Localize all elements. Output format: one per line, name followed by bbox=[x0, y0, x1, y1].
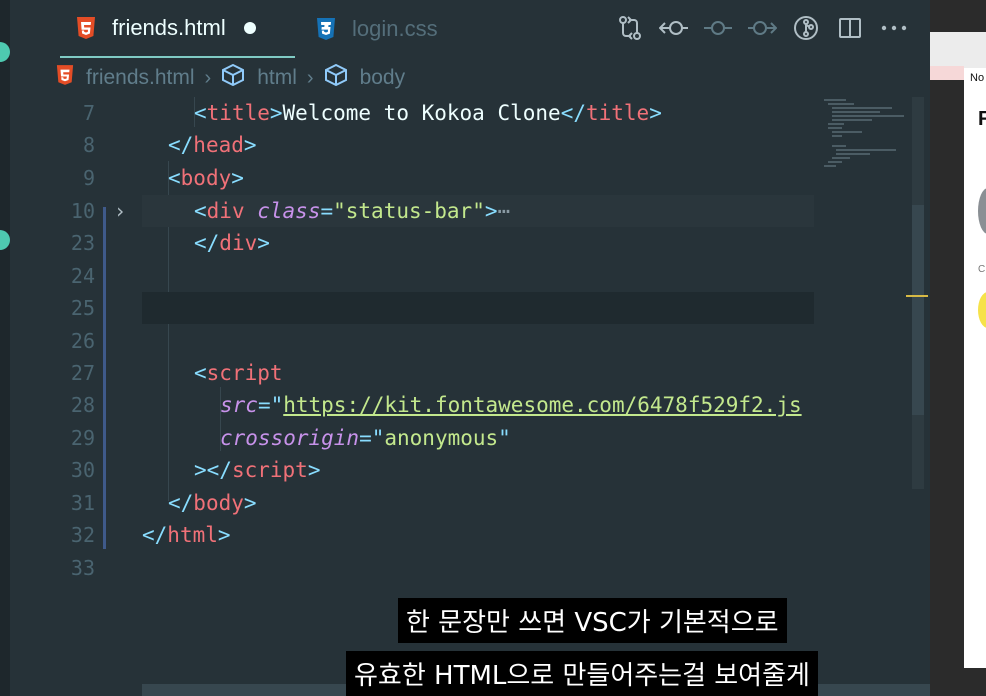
tab-label: login.css bbox=[352, 16, 438, 41]
browser-toolbar bbox=[930, 32, 986, 68]
url-link: https://kit.fontawesome.com/6478f529f2.j… bbox=[283, 393, 802, 417]
source-control-icon[interactable] bbox=[784, 10, 828, 46]
browser-page bbox=[964, 68, 986, 668]
browser-text: No bbox=[970, 72, 985, 84]
code-text: ></script> bbox=[194, 458, 321, 482]
breadcrumb-label: body bbox=[359, 66, 406, 89]
timeline-icon[interactable] bbox=[696, 10, 740, 46]
breadcrumb-item-file[interactable]: friends.html bbox=[56, 65, 195, 91]
line-number: 32 bbox=[70, 523, 95, 547]
scrollbar-thumb[interactable] bbox=[912, 205, 924, 415]
line-number: 8 bbox=[82, 133, 95, 157]
chevron-right-icon: › bbox=[306, 66, 314, 89]
line-number: 27 bbox=[70, 361, 95, 385]
line-number: 28 bbox=[70, 393, 95, 417]
code-line[interactable]: 33 bbox=[10, 552, 814, 584]
line-number: 9 bbox=[82, 166, 95, 190]
html5-icon bbox=[56, 65, 74, 91]
code-line[interactable]: 23 </div> bbox=[10, 227, 814, 259]
code-text: <title>Welcome to Kokoa Clone</title> bbox=[194, 101, 662, 125]
code-line[interactable]: 31 </body> bbox=[10, 487, 814, 519]
tab-label: friends.html bbox=[112, 15, 226, 40]
code-line[interactable]: 26 bbox=[10, 325, 814, 357]
code-text: <body> bbox=[168, 166, 244, 190]
code-text: </div> bbox=[194, 231, 270, 255]
cube-icon bbox=[324, 63, 348, 92]
breadcrumb-item-html[interactable]: html bbox=[221, 63, 297, 92]
subtitle-line-2: 유효한 HTML으로 만들어주는걸 보여줄게 bbox=[346, 651, 818, 696]
line-number: 10 bbox=[70, 199, 95, 223]
cube-icon bbox=[221, 63, 245, 92]
browser-text: C bbox=[978, 264, 986, 275]
more-actions-icon[interactable] bbox=[872, 10, 916, 46]
breadcrumb-label: friends.html bbox=[86, 66, 195, 89]
scroll-marker bbox=[906, 295, 928, 297]
browser-tab-strip bbox=[930, 66, 964, 80]
subtitle-line-1: 한 문장만 쓰면 VSC가 기본적으로 bbox=[398, 598, 787, 643]
code-text: <div class="status-bar">⋯ bbox=[194, 199, 511, 223]
code-line[interactable]: 28 src="https://kit.fontawesome.com/6478… bbox=[10, 389, 814, 421]
breadcrumb-label: html bbox=[257, 66, 297, 89]
go-back-icon[interactable] bbox=[652, 10, 696, 46]
vscode-window: friends.html login.css friends.html › ht… bbox=[0, 0, 986, 696]
code-line[interactable]: 7 <title>Welcome to Kokoa Clone</title> bbox=[10, 97, 814, 129]
badge-dot bbox=[0, 42, 10, 62]
browser-heading: F bbox=[978, 108, 986, 130]
compare-changes-icon[interactable] bbox=[608, 10, 652, 46]
code-line[interactable]: 30 ></script> bbox=[10, 454, 814, 486]
code-text: crossorigin="anonymous" bbox=[220, 426, 511, 450]
vertical-scrollbar[interactable] bbox=[906, 97, 928, 489]
editor-toolbar bbox=[608, 10, 916, 46]
line-number: 25 bbox=[70, 296, 95, 320]
tab-login-css[interactable]: login.css bbox=[300, 0, 470, 58]
folded-ellipsis-icon: ⋯ bbox=[497, 199, 511, 223]
fold-chevron-icon[interactable]: › bbox=[114, 199, 126, 223]
minimap[interactable] bbox=[816, 97, 912, 187]
badge-dot bbox=[0, 230, 10, 250]
code-line[interactable]: 32 </html> bbox=[10, 519, 814, 551]
code-text: src="https://kit.fontawesome.com/6478f52… bbox=[220, 393, 802, 417]
breadcrumb: friends.html › html › body bbox=[10, 60, 930, 96]
code-line[interactable]: 29 crossorigin="anonymous" bbox=[10, 422, 814, 454]
breadcrumb-item-body[interactable]: body bbox=[324, 63, 406, 92]
code-line[interactable]: 8 </head> bbox=[10, 129, 814, 161]
code-line[interactable]: 24 bbox=[10, 260, 814, 292]
line-number: 24 bbox=[70, 264, 95, 288]
html5-icon bbox=[76, 17, 96, 39]
chevron-right-icon: › bbox=[204, 66, 212, 89]
css3-icon bbox=[316, 18, 336, 40]
line-number: 29 bbox=[70, 426, 95, 450]
code-text: <script bbox=[194, 361, 283, 385]
code-text: </body> bbox=[168, 491, 257, 515]
line-number: 33 bbox=[70, 556, 95, 580]
code-text: </head> bbox=[168, 133, 257, 157]
line-number: 7 bbox=[82, 101, 95, 125]
line-number: 30 bbox=[70, 458, 95, 482]
code-text: </html> bbox=[142, 523, 231, 547]
split-editor-icon[interactable] bbox=[828, 10, 872, 46]
code-line[interactable]: 25 bbox=[10, 292, 814, 324]
unsaved-dot-icon[interactable] bbox=[243, 22, 256, 34]
browser-preview-panel: No F C bbox=[930, 0, 986, 696]
line-number: 31 bbox=[70, 491, 95, 515]
tab-friends-html[interactable]: friends.html bbox=[60, 0, 295, 58]
code-line[interactable]: 10 › <div class="status-bar">⋯ bbox=[10, 195, 814, 227]
code-line[interactable]: 9 <body> bbox=[10, 162, 814, 194]
line-number: 23 bbox=[70, 231, 95, 255]
activity-bar-edge bbox=[0, 0, 10, 696]
line-number: 26 bbox=[70, 329, 95, 353]
go-forward-icon[interactable] bbox=[740, 10, 784, 46]
code-line[interactable]: 27 <script bbox=[10, 357, 814, 389]
